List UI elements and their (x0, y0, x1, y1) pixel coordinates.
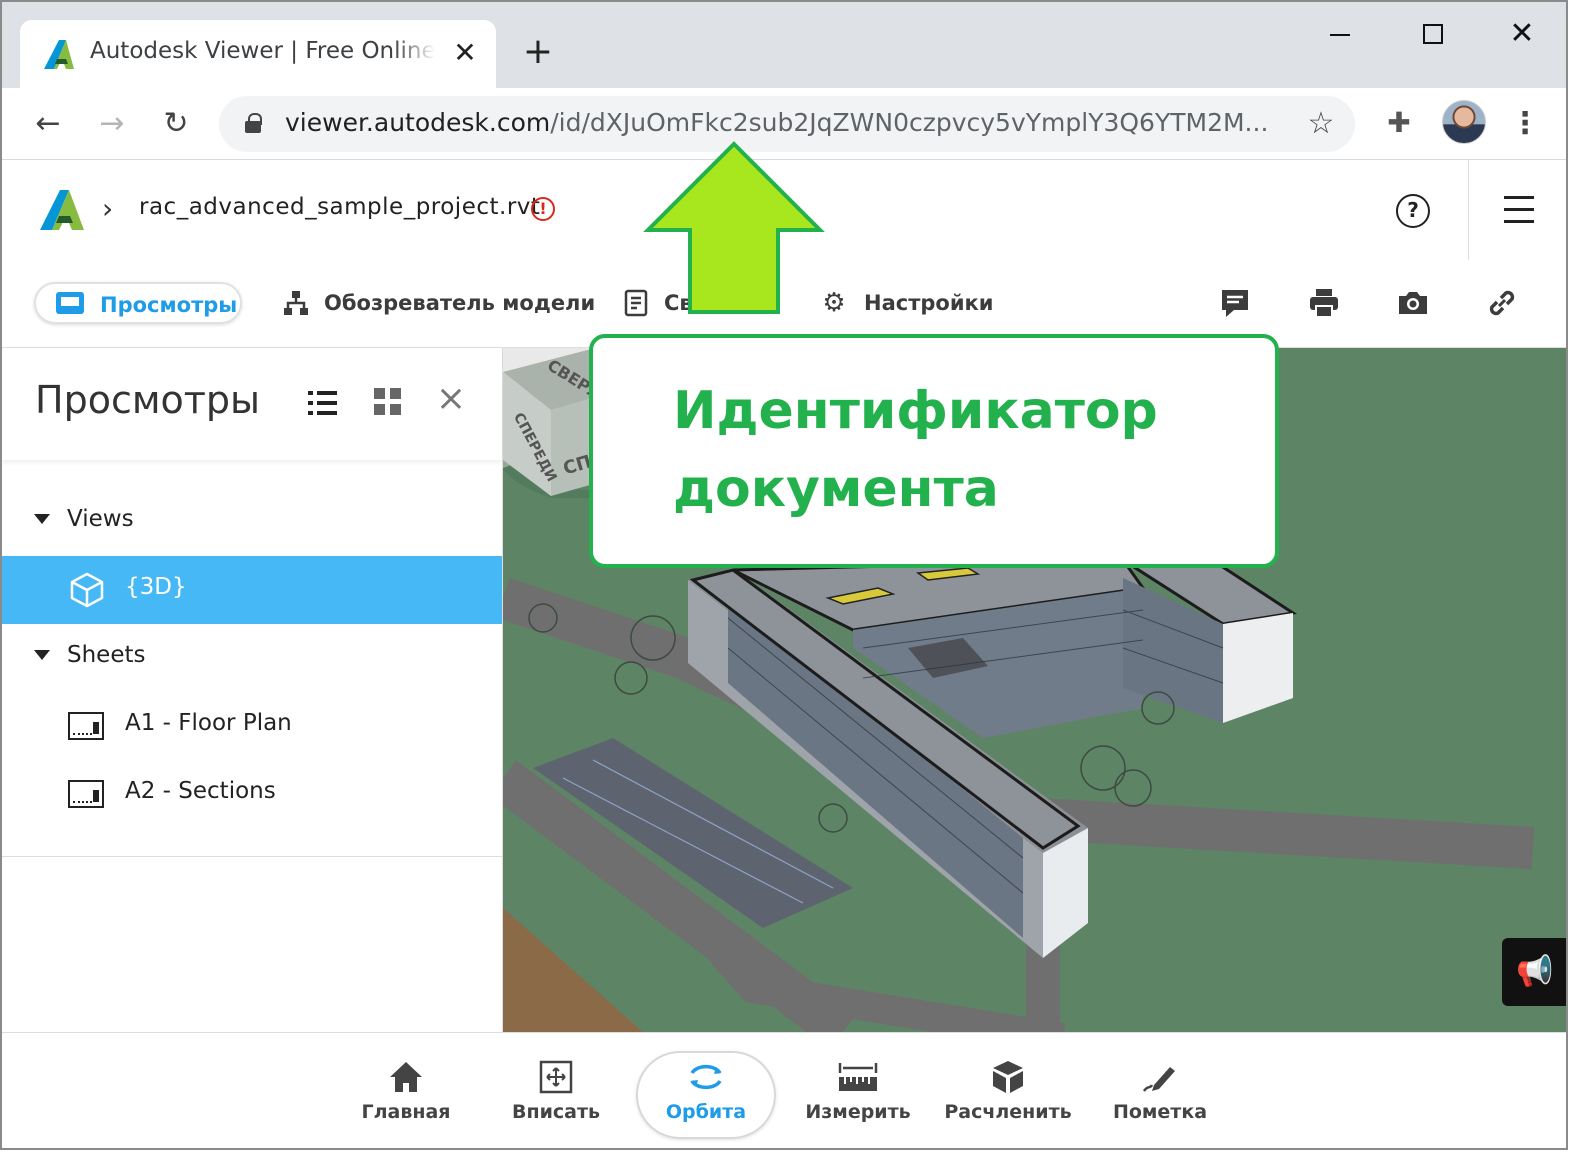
panel-header: Просмотры × (2, 348, 502, 460)
browser-tab[interactable]: Autodesk Viewer | Free Online File Viewe… (20, 20, 496, 88)
orbit-icon (638, 1053, 774, 1099)
new-tab-icon[interactable]: + (520, 34, 556, 70)
tree-item-floor-plan[interactable]: A1 - Floor Plan (2, 692, 502, 760)
markup-pen-icon (1090, 1053, 1230, 1099)
measure-label: Измерить (805, 1101, 911, 1123)
views-icon (56, 292, 84, 314)
tree-group-views[interactable]: Views (2, 488, 502, 556)
panel-title: Просмотры (35, 378, 261, 422)
tree-item-sections[interactable]: A2 - Sections (2, 760, 502, 828)
header-divider (1468, 160, 1469, 260)
annotation-line-2: документа (673, 459, 999, 519)
tab-settings-label: Настройки (864, 291, 994, 315)
fit-to-view-icon (486, 1053, 626, 1099)
document-filename[interactable]: rac_advanced_sample_project.rvt (139, 194, 540, 220)
panel-divider (2, 856, 502, 857)
breadcrumb-chevron-icon: › (102, 192, 114, 225)
forward-arrow-icon[interactable]: → (92, 104, 132, 144)
url-text[interactable]: viewer.autodesk.com/id/dXJuOmFkc2sub2JqZ… (285, 108, 1275, 140)
profile-avatar[interactable] (1442, 100, 1486, 144)
warning-icon[interactable]: ! (531, 197, 555, 221)
tree-group-sheets[interactable]: Sheets (2, 624, 502, 692)
hierarchy-icon (282, 289, 310, 317)
home-icon (336, 1053, 476, 1099)
explode-button[interactable]: Расчленить (938, 1053, 1078, 1139)
share-link-icon[interactable] (1485, 286, 1519, 320)
views-panel: Просмотры × Views {3D} Sheets A1 - Floor… (2, 348, 503, 1032)
fit-label: Вписать (511, 1101, 601, 1123)
sheet-icon (68, 712, 104, 740)
window-minimize-icon[interactable] (1320, 16, 1360, 52)
url-host: viewer.autodesk.com (285, 108, 551, 137)
list-view-icon[interactable] (308, 390, 338, 416)
annotation-line-1: Идентификатор (673, 381, 1158, 441)
bottom-toolbar: Главная Вписать Орбита Измерить Расчлени… (2, 1032, 1566, 1148)
browser-menu-kebab-icon[interactable]: ⋮ (1508, 104, 1542, 144)
tab-model-browser-label: Обозреватель модели (324, 291, 596, 315)
ruler-measure-icon (788, 1053, 928, 1099)
annotation-arrow (643, 141, 825, 314)
caret-down-icon (34, 514, 50, 524)
tab-model-browser[interactable]: Обозреватель модели (282, 282, 595, 324)
tree-item-3d[interactable]: {3D} (2, 556, 502, 624)
grid-view-icon[interactable] (374, 388, 402, 416)
markup-button[interactable]: Пометка (1090, 1053, 1230, 1139)
tab-settings[interactable]: ⚙ Настройки (820, 282, 994, 324)
browser-tabstrip: Autodesk Viewer | Free Online File Viewe… (2, 2, 1566, 88)
cube-icon (70, 572, 104, 608)
tree-item-label: A1 - Floor Plan (125, 710, 292, 736)
autodesk-logo-icon (44, 40, 74, 69)
views-tree: Views {3D} Sheets A1 - Floor Plan A2 - S… (2, 488, 502, 828)
comment-icon[interactable] (1218, 286, 1252, 320)
screenshot-frame: Autodesk Viewer | Free Online File Viewe… (0, 0, 1568, 1150)
home-button[interactable]: Главная (336, 1053, 476, 1139)
hamburger-menu-icon[interactable] (1504, 196, 1534, 223)
window-close-icon[interactable]: ✕ (1502, 16, 1542, 52)
help-icon[interactable]: ? (1396, 194, 1430, 228)
annotation-text: Идентификатор документа (673, 372, 1233, 528)
back-arrow-icon[interactable]: ← (28, 104, 68, 144)
tree-item-label: {3D} (125, 574, 187, 600)
markup-label: Пометка (1112, 1101, 1208, 1123)
tab-views[interactable]: Просмотры (34, 282, 242, 324)
tree-group-label: Views (67, 506, 134, 532)
feedback-megaphone-icon[interactable]: 📢 (1502, 938, 1566, 1006)
orbit-button[interactable]: Орбита (636, 1051, 776, 1139)
tree-group-label: Sheets (67, 642, 146, 668)
lock-icon (245, 113, 262, 133)
sheet-icon (68, 780, 104, 808)
print-icon[interactable] (1307, 286, 1341, 320)
tree-item-label: A2 - Sections (125, 778, 276, 804)
window-maximize-icon[interactable] (1412, 16, 1452, 52)
explode-cube-icon (938, 1053, 1078, 1099)
tab-close-icon[interactable]: ✕ (450, 38, 480, 68)
bookmark-star-icon[interactable]: ☆ (1303, 106, 1339, 142)
explode-label: Расчленить (944, 1101, 1072, 1123)
home-label: Главная (361, 1101, 451, 1123)
measure-button[interactable]: Измерить (788, 1053, 928, 1139)
orbit-label: Орбита (665, 1101, 747, 1123)
annotation-callout: Идентификатор документа (589, 334, 1279, 568)
tab-views-label: Просмотры (100, 293, 238, 317)
autodesk-logo-icon[interactable] (38, 188, 86, 232)
compass-east-marker (1507, 468, 1527, 488)
reload-icon[interactable]: ↻ (156, 104, 196, 144)
extensions-puzzle-icon[interactable]: ✚ (1382, 106, 1416, 140)
close-panel-icon[interactable]: × (434, 381, 468, 417)
fit-button[interactable]: Вписать (486, 1053, 626, 1139)
camera-icon[interactable] (1396, 286, 1430, 320)
caret-down-icon (34, 650, 50, 660)
url-path: /id/dXJuOmFkc2sub2JqZWN0czpvcy5vYmplY3Q6… (550, 108, 1269, 137)
tab-title: Autodesk Viewer | Free Online File Viewe… (90, 38, 435, 64)
